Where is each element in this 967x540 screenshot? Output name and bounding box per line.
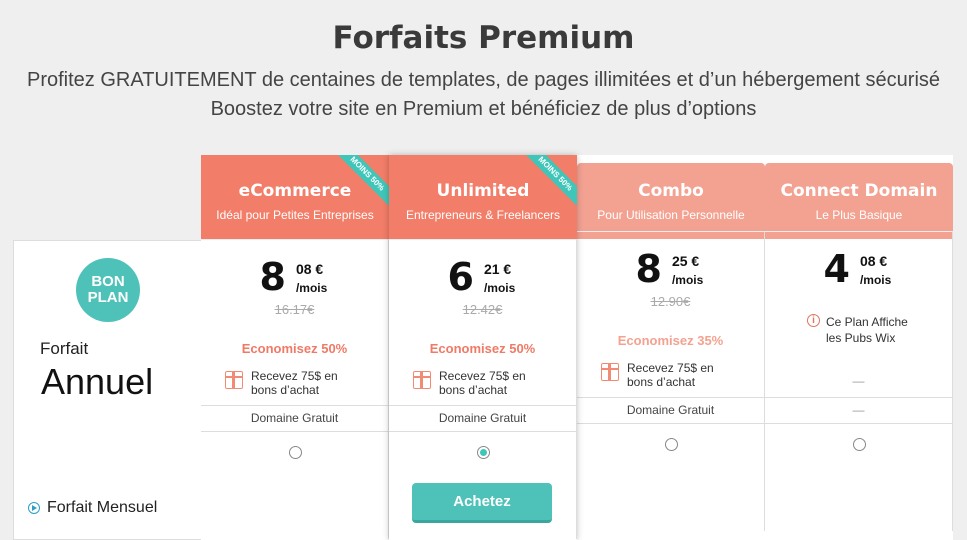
old-price: 12.42€ (462, 302, 503, 317)
plan-header: Combo Pour Utilisation Personnelle (577, 163, 765, 239)
price-period: /mois (859, 273, 892, 287)
gift-icon (413, 371, 431, 389)
bon-plan-badge: BON PLAN (76, 258, 140, 322)
no-gift-dash: — (852, 374, 865, 388)
plan-header: Connect Domain Le Plus Basique (765, 163, 953, 239)
plan-radio-combo[interactable] (664, 438, 678, 451)
gift-voucher-info: Recevez 75$ en bons d’achat (413, 369, 526, 397)
monthly-plan-label: Forfait Mensuel (47, 499, 158, 516)
savings-label: Economisez 50% (241, 341, 348, 356)
plan-name: Connect Domain (780, 181, 938, 201)
plan-price: 4 08 € /mois (824, 249, 892, 289)
price-integer: 4 (823, 247, 850, 291)
plan-column-unlimited: Unlimited Entrepreneurs & Freelancers MO… (389, 155, 577, 540)
price-decimal: 25 € (671, 253, 700, 269)
plan-radio-ecommerce[interactable] (288, 446, 302, 459)
plan-column-connect-domain: Connect Domain Le Plus Basique 4 08 € /m… (765, 155, 953, 540)
info-icon: i (807, 314, 820, 327)
forfait-label: Forfait (40, 339, 89, 358)
free-domain-label: Domaine Gratuit (626, 403, 715, 417)
plan-description: Le Plus Basique (815, 208, 903, 222)
page-subtitle-1: Profitez GRATUITEMENT de centaines de te… (26, 69, 941, 91)
gift-voucher-info: Recevez 75$ en bons d’achat (601, 361, 714, 389)
price-period: /mois (483, 281, 516, 295)
price-period: /mois (671, 273, 704, 287)
gift-icon (225, 371, 243, 389)
plan-price: 8 25 € /mois (636, 249, 704, 289)
plan-header: eCommerce Idéal pour Petites Entreprises… (201, 155, 389, 239)
savings-label: Economisez 35% (617, 333, 724, 348)
play-circle-icon (28, 502, 40, 514)
gift-voucher-info: Recevez 75$ en bons d’achat (225, 369, 338, 397)
price-integer: 8 (259, 255, 286, 299)
no-domain-dash: — (852, 403, 865, 417)
plan-price: 6 21 € /mois (448, 257, 516, 297)
price-decimal: 08 € (859, 253, 888, 269)
plan-price: 8 08 € /mois (260, 257, 328, 297)
plan-description: Entrepreneurs & Freelancers (405, 208, 561, 222)
price-integer: 8 (635, 247, 662, 291)
savings-label: Economisez 50% (429, 341, 536, 356)
gift-icon (601, 363, 619, 381)
free-domain-label: Domaine Gratuit (250, 411, 339, 425)
free-domain-label: Domaine Gratuit (438, 411, 527, 425)
plan-column-combo: Combo Pour Utilisation Personnelle 8 25 … (577, 155, 765, 540)
price-integer: 6 (447, 255, 474, 299)
plan-column-ecommerce: eCommerce Idéal pour Petites Entreprises… (201, 155, 389, 540)
page-title: Forfaits Premium (332, 20, 635, 56)
plan-radio-connect-domain[interactable] (852, 438, 866, 451)
old-price: 12.90€ (650, 294, 691, 309)
plan-description: Idéal pour Petites Entreprises (216, 208, 374, 222)
price-decimal: 21 € (483, 261, 512, 277)
plan-description: Pour Utilisation Personnelle (597, 208, 745, 222)
old-price: 16.17€ (274, 302, 315, 317)
price-period: /mois (295, 281, 328, 295)
page-subtitle-2: Boostez votre site en Premium et bénéfic… (210, 98, 757, 120)
plan-radio-unlimited[interactable] (476, 446, 490, 459)
monthly-plan-link[interactable]: Forfait Mensuel (28, 499, 157, 517)
buy-button[interactable]: Achetez (412, 483, 552, 523)
price-decimal: 08 € (295, 261, 324, 277)
plan-header: Unlimited Entrepreneurs & Freelancers MO… (389, 155, 577, 239)
ads-notice: i Ce Plan Affiche les Pubs Wix (807, 314, 908, 346)
annuel-label: Annuel (41, 361, 154, 402)
billing-period-panel: BON PLAN Forfait Annuel Forfait Mensuel (13, 240, 201, 540)
plan-name: Combo (638, 181, 704, 201)
